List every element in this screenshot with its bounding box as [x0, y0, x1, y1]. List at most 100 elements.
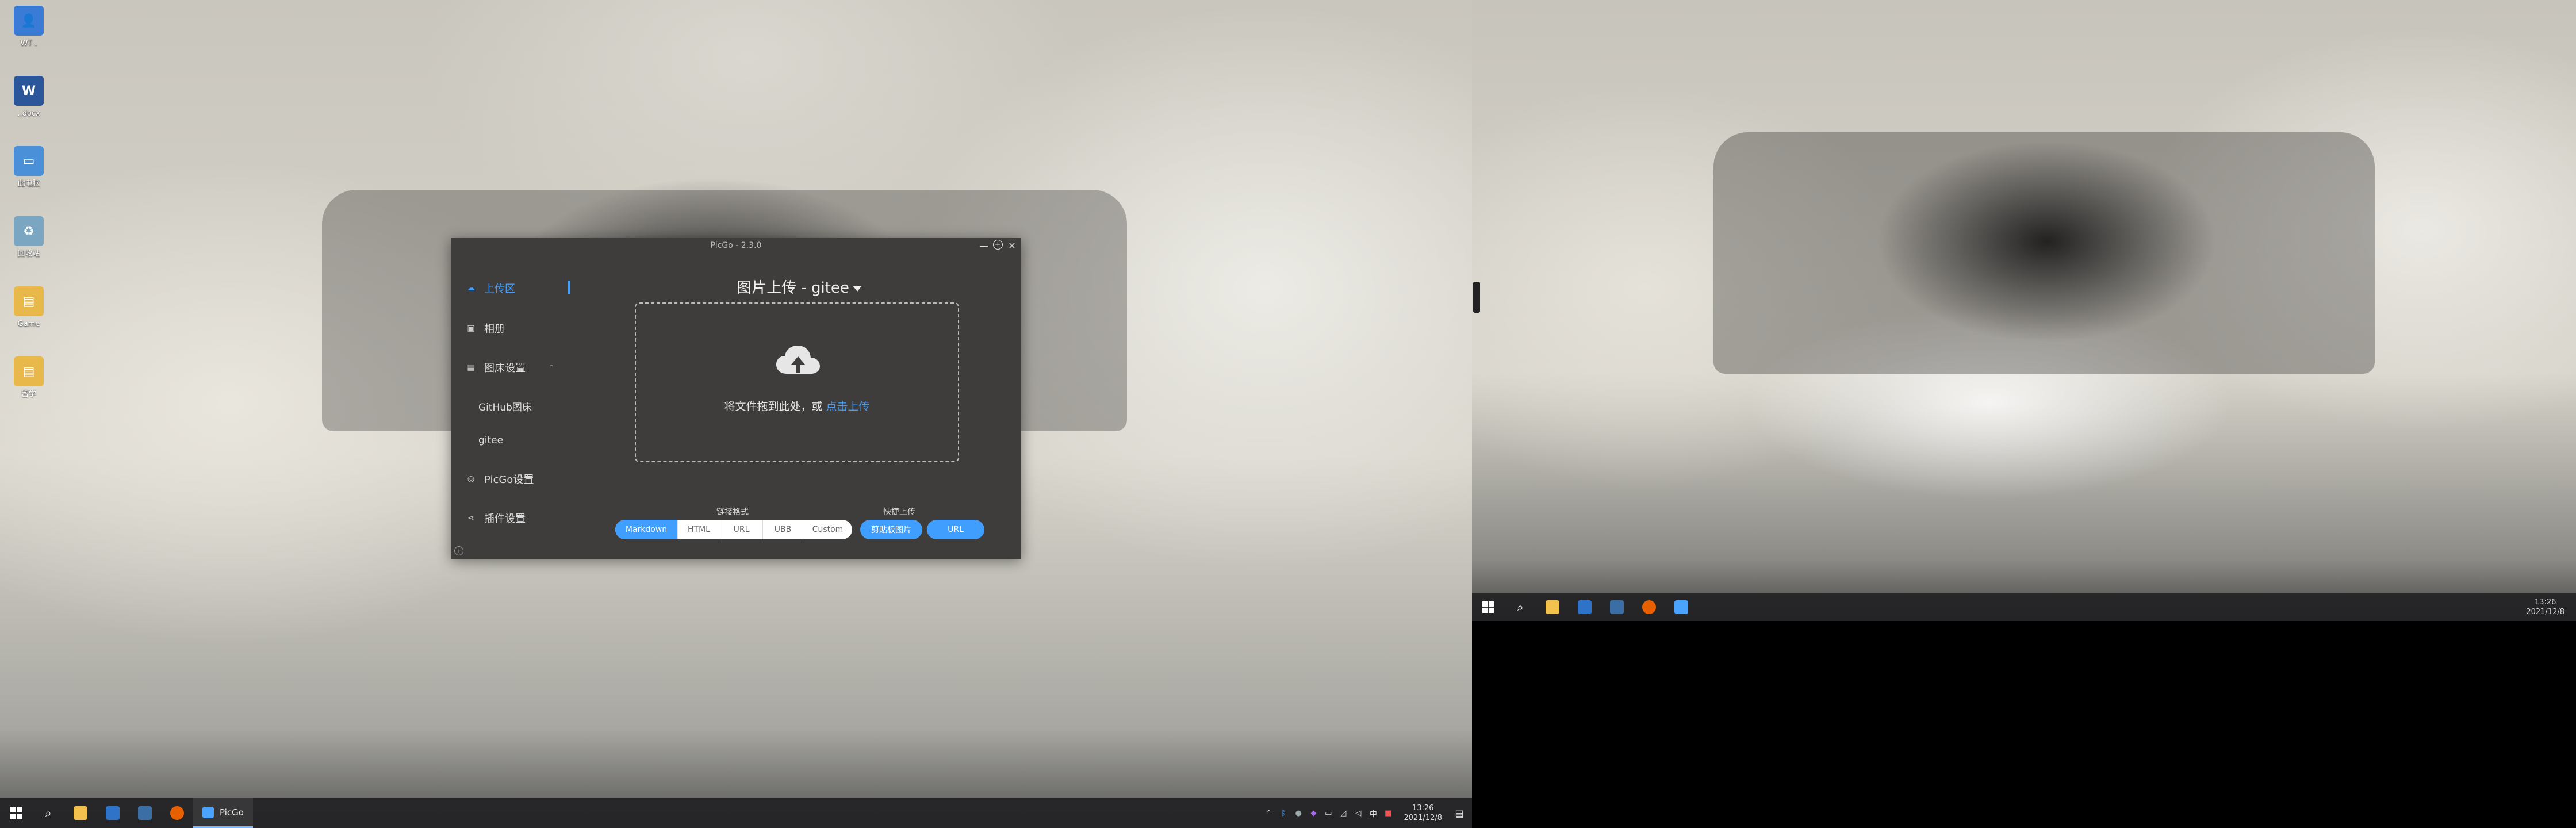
- user-folder-icon: 👤: [14, 6, 44, 36]
- quick-upload-label: 快捷上传: [883, 508, 915, 517]
- recycle-bin-icon: ♻: [14, 216, 44, 246]
- bluetooth-icon[interactable]: ᛒ: [1277, 807, 1290, 819]
- dropzone-hint: 将文件拖到此处，或: [724, 400, 826, 413]
- clock-date: 2021/12/8: [1404, 814, 1442, 822]
- format-option-custom[interactable]: Custom: [803, 520, 852, 539]
- clock-time: 13:26: [2534, 598, 2556, 607]
- desktop-icon-game[interactable]: ▤ Game: [6, 286, 52, 348]
- url-upload-button[interactable]: URL: [927, 520, 984, 539]
- desktop-icon-label: Game: [17, 320, 40, 328]
- battery-icon[interactable]: ▭: [1322, 807, 1335, 819]
- click-upload-link[interactable]: 点击上传: [826, 400, 870, 413]
- upload-icon: ☁: [467, 283, 475, 293]
- taskbar-right: ⌕ 13:26 2021/12/8: [1472, 593, 2576, 621]
- sidebar-item-label: 插件设置: [484, 513, 526, 525]
- start-icon[interactable]: [1472, 593, 1504, 621]
- taskbar-clock[interactable]: 13:26 2021/12/8: [1397, 803, 1449, 823]
- system-tray: ⌃ ᛒ ● ◆ ▭ ◿ ◁ 中 ■ 13:26 2021/12/8 ▤: [1262, 798, 1472, 828]
- window-titlebar[interactable]: PicGo - 2.3.0 — + ✕: [451, 238, 1021, 253]
- app-icon[interactable]: [1601, 593, 1633, 621]
- monitor-left: 👤 WT . W ..docx ▭ 此电脑 ♻ 回收站 ▤ Game ▤ 留学 …: [0, 0, 1472, 828]
- sidebar-subitem-gitee[interactable]: gitee: [478, 435, 503, 446]
- chevron-up-icon: ⌃: [549, 363, 555, 371]
- outlook-icon[interactable]: [97, 798, 129, 828]
- sidebar-item-label: 图床设置: [484, 362, 526, 374]
- file-explorer-icon[interactable]: [1536, 593, 1569, 621]
- computer-icon: ▭: [14, 146, 44, 176]
- info-icon[interactable]: i: [454, 546, 463, 555]
- firefox-icon[interactable]: [161, 798, 193, 828]
- caret-down-icon: [852, 285, 862, 292]
- upload-area: 图片上传 - gitee 将文件拖到此处，或 点击上传 链接格式 Markdow…: [577, 253, 1021, 559]
- sidebar: ☁ 上传区 ▣ 相册 ▦ 图床设置 ⌃ GitHub图床 gitee ◎ Pic…: [451, 253, 577, 559]
- taskbar-app-picgo[interactable]: PicGo: [193, 798, 253, 828]
- page-title-text: 图片上传 - gitee: [737, 279, 849, 297]
- sidebar-subitem-github[interactable]: GitHub图床: [478, 399, 532, 413]
- sidebar-item-album[interactable]: ▣ 相册: [466, 321, 505, 336]
- desktop-icon-recycle-bin[interactable]: ♻ 回收站: [6, 216, 52, 278]
- picture-icon: ▣: [467, 324, 475, 333]
- desktop-icon-computer[interactable]: ▭ 此电脑: [6, 146, 52, 208]
- sidebar-item-upload[interactable]: ☁ 上传区: [466, 281, 515, 296]
- link-format-label: 链接格式: [716, 508, 749, 517]
- app-icon[interactable]: [129, 798, 161, 828]
- page-title[interactable]: 图片上传 - gitee: [577, 276, 1021, 297]
- start-icon[interactable]: [0, 798, 32, 828]
- network-icon[interactable]: ◿: [1337, 807, 1350, 819]
- clock-date: 2021/12/8: [2526, 608, 2564, 616]
- share-icon: ⋖: [467, 513, 474, 523]
- format-option-url[interactable]: URL: [720, 520, 762, 539]
- taskbar-app-label: PicGo: [220, 807, 244, 818]
- tray-app-icon[interactable]: ●: [1292, 807, 1305, 819]
- picgo-window: PicGo - 2.3.0 — + ✕ ☁ 上传区 ▣ 相册 ▦ 图床设置 ⌃: [451, 238, 1021, 559]
- notification-icon[interactable]: ▤: [1451, 805, 1467, 821]
- format-option-ubb[interactable]: UBB: [762, 520, 803, 539]
- input-method-icon[interactable]: 中: [1367, 807, 1379, 819]
- outlook-icon[interactable]: [1569, 593, 1601, 621]
- empty-display-area: [1472, 621, 2576, 828]
- desktop-icon-user[interactable]: 👤 WT .: [6, 6, 52, 68]
- picgo-icon: [202, 806, 214, 818]
- word-document-icon: W: [14, 76, 44, 106]
- cloud-upload-icon: [776, 346, 820, 374]
- sidebar-item-label: PicGo设置: [484, 474, 534, 486]
- firefox-icon[interactable]: [1633, 593, 1665, 621]
- desktop-icon-label: 留学: [21, 390, 36, 398]
- settings-circle-icon: ◎: [467, 474, 475, 484]
- sidebar-item-pic-bed-settings[interactable]: ▦ 图床设置 ⌃: [466, 360, 554, 375]
- format-option-markdown[interactable]: Markdown: [615, 520, 677, 539]
- sidebar-item-label: 上传区: [484, 283, 515, 295]
- window-title: PicGo - 2.3.0: [710, 241, 762, 250]
- taskbar-left: ⌕ PicGo ⌃ ᛒ ● ◆ ▭ ◿ ◁ 中 ■ 13:26 2021/12/…: [0, 798, 1472, 828]
- volume-icon[interactable]: ◁: [1352, 807, 1364, 819]
- chevron-up-icon[interactable]: ⌃: [1262, 807, 1275, 819]
- taskbar-clock[interactable]: 13:26 2021/12/8: [2519, 597, 2571, 617]
- tray-app-icon[interactable]: ◆: [1307, 807, 1320, 819]
- desktop-icons: 👤 WT . W ..docx ▭ 此电脑 ♻ 回收站 ▤ Game ▤ 留学: [6, 6, 52, 427]
- clipboard-upload-button[interactable]: 剪贴板图片: [860, 520, 922, 539]
- dropzone-text: 将文件拖到此处，或 点击上传: [636, 398, 958, 413]
- minimize-button[interactable]: —: [978, 240, 990, 251]
- desktop-icon-study[interactable]: ▤ 留学: [6, 356, 52, 419]
- desktop-icon-label: WT .: [20, 39, 37, 48]
- file-explorer-icon[interactable]: [64, 798, 97, 828]
- grid-icon: ▦: [467, 363, 475, 372]
- desktop-icon-label: 此电脑: [17, 179, 40, 188]
- picgo-icon[interactable]: [1665, 593, 1697, 621]
- active-indicator: [568, 281, 570, 294]
- sidebar-item-picgo-settings[interactable]: ◎ PicGo设置: [466, 471, 534, 486]
- tray-app-icon[interactable]: ■: [1382, 807, 1394, 819]
- upload-dropzone[interactable]: 将文件拖到此处，或 点击上传: [635, 302, 959, 462]
- sidebar-item-plugin-settings[interactable]: ⋖ 插件设置: [466, 511, 526, 526]
- desktop-icon-label: 回收站: [17, 250, 40, 258]
- maximize-button[interactable]: +: [993, 240, 1003, 250]
- folder-icon: ▤: [14, 286, 44, 316]
- close-button[interactable]: ✕: [1006, 240, 1018, 251]
- clock-time: 13:26: [1412, 804, 1434, 812]
- search-icon[interactable]: ⌕: [1504, 593, 1536, 621]
- system-tray: 13:26 2021/12/8: [2519, 593, 2576, 621]
- search-icon[interactable]: ⌕: [32, 798, 64, 828]
- desktop-icon-docx[interactable]: W ..docx: [6, 76, 52, 138]
- format-option-html[interactable]: HTML: [677, 520, 720, 539]
- scroll-handle[interactable]: [1473, 282, 1480, 313]
